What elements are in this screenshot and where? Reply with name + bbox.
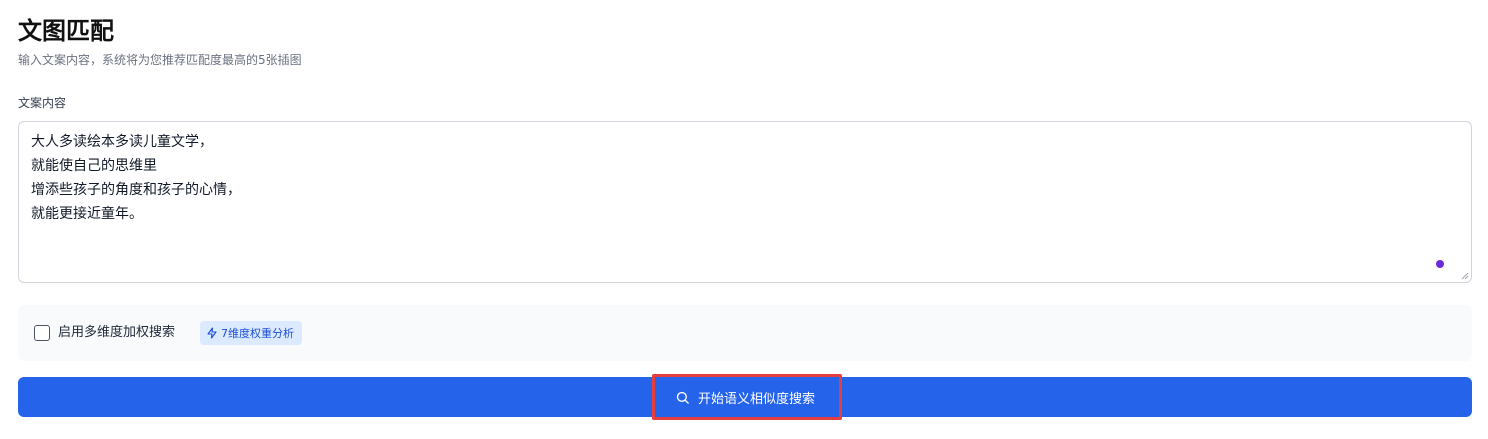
page-subtitle: 输入文案内容，系统将为您推荐匹配度最高的5张插图 <box>18 53 302 67</box>
content-textarea-container <box>18 121 1472 283</box>
search-options-panel: 启用多维度加权搜索 7维度权重分析 <box>18 305 1472 361</box>
text-image-match-page: 文图匹配 输入文案内容，系统将为您推荐匹配度最高的5张插图 文案内容 启用多维度… <box>0 0 1488 439</box>
content-textarea[interactable] <box>19 122 1471 282</box>
search-icon <box>676 391 689 404</box>
weight-analysis-badge: 7维度权重分析 <box>200 321 302 345</box>
weighted-search-checkbox[interactable] <box>34 325 50 341</box>
start-semantic-search-button[interactable]: 开始语义相似度搜索 <box>18 377 1472 417</box>
weight-analysis-badge-label: 7维度权重分析 <box>221 327 294 340</box>
lightning-icon <box>207 327 217 339</box>
writing-assistant-indicator[interactable] <box>1436 260 1444 268</box>
search-button-label: 开始语义相似度搜索 <box>697 391 815 407</box>
resize-handle-icon[interactable] <box>1461 272 1469 280</box>
content-field-label: 文案内容 <box>18 96 67 110</box>
page-title: 文图匹配 <box>18 17 114 45</box>
weighted-search-label[interactable]: 启用多维度加权搜索 <box>58 323 175 343</box>
